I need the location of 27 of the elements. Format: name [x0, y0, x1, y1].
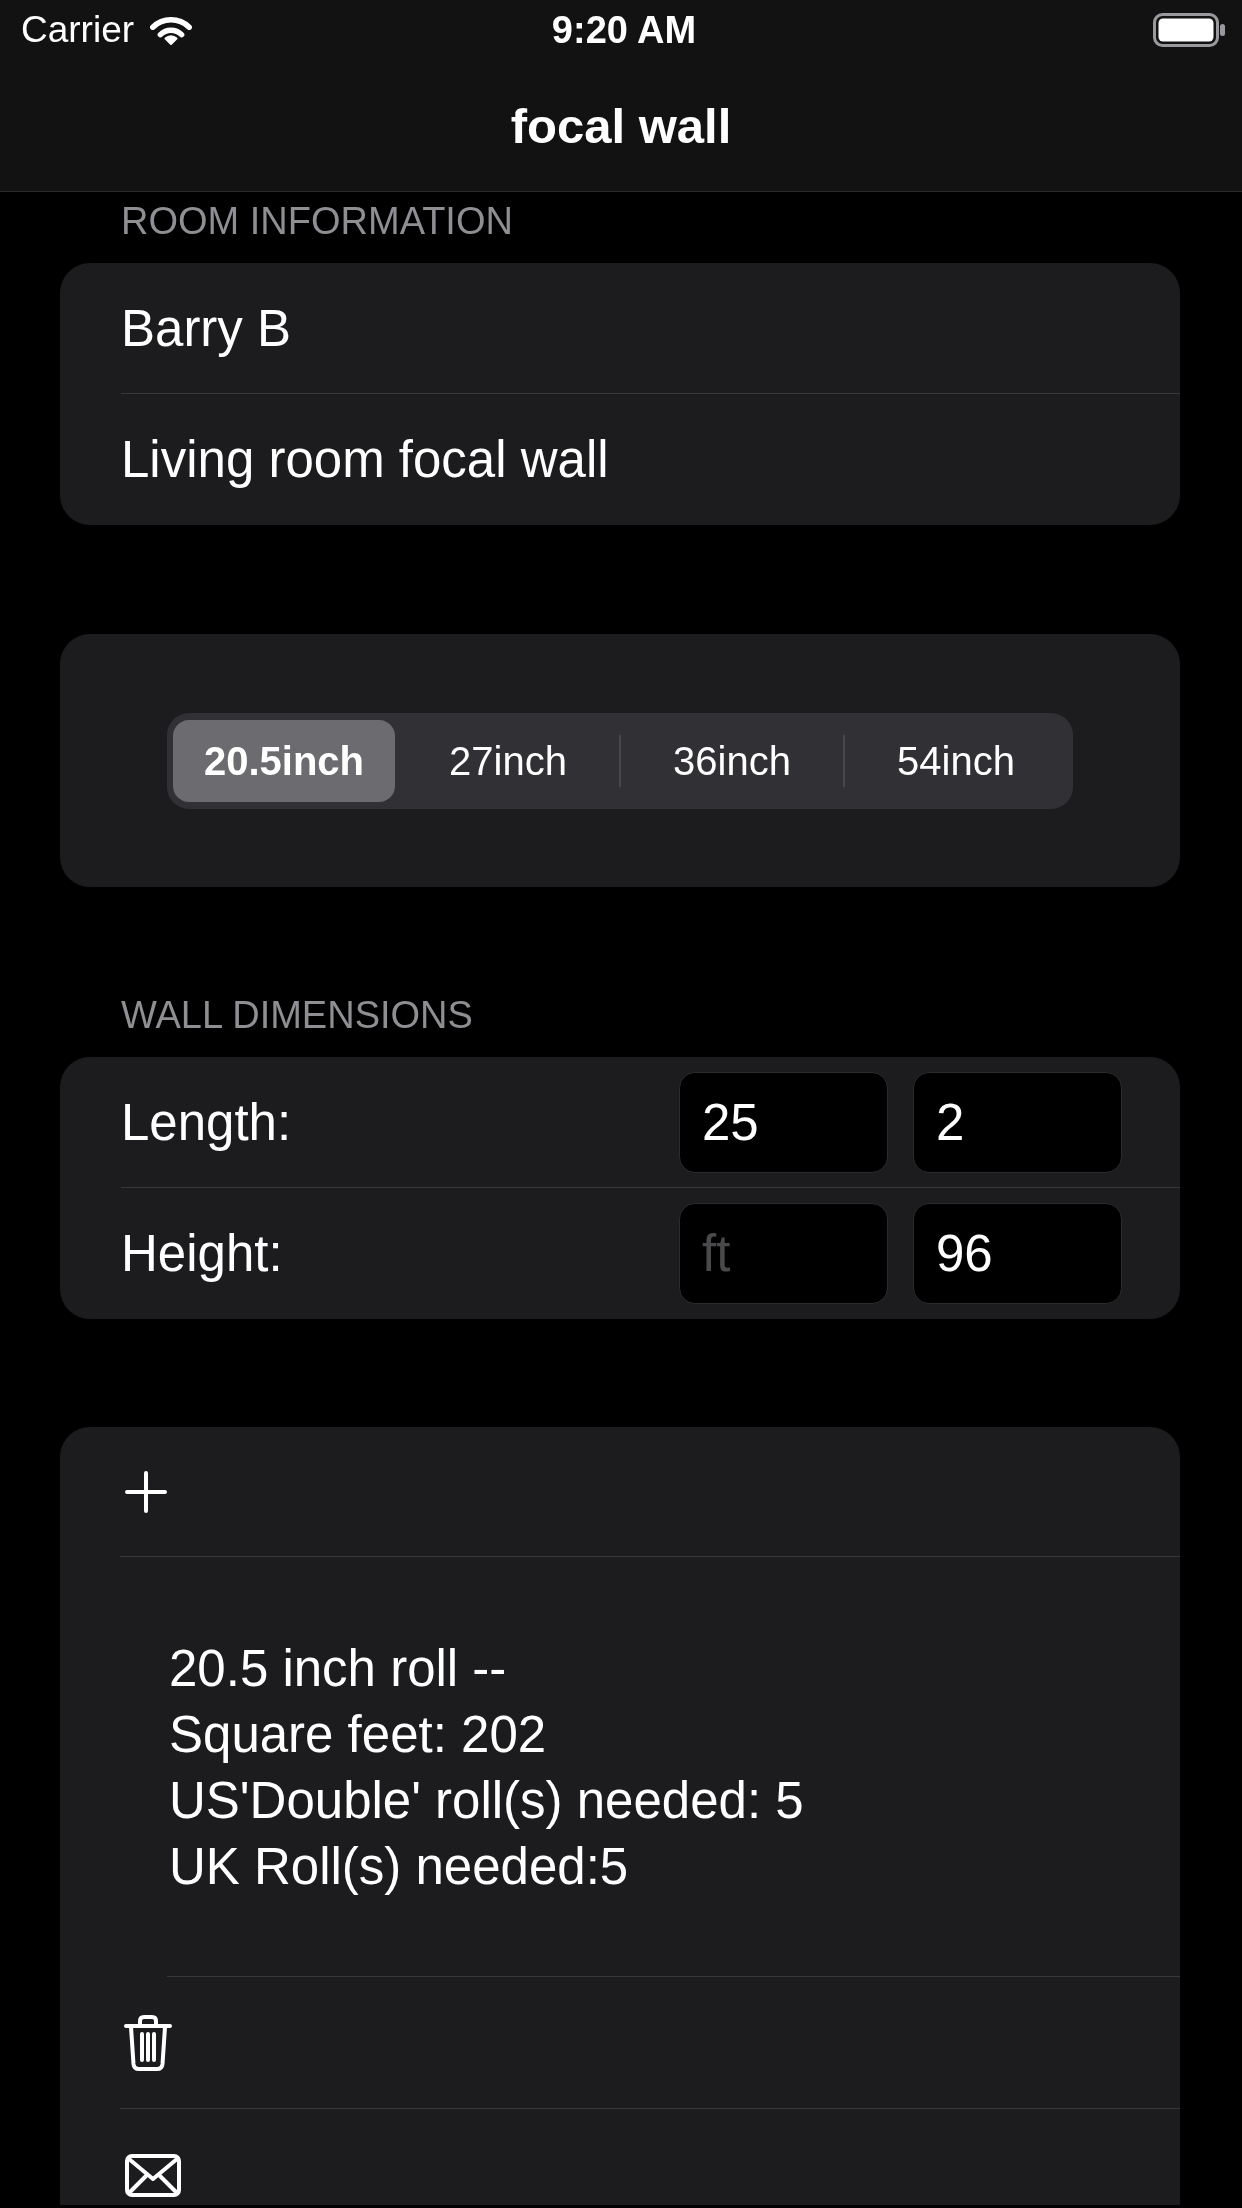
- battery-icon: [1153, 13, 1227, 47]
- text-field[interactable]: Living room focal wall: [121, 426, 845, 493]
- screen-title: focal wall: [510, 97, 732, 155]
- field-label: Height:: [121, 1223, 284, 1284]
- result-text: Square feet: 202: [169, 1705, 548, 1765]
- plus-icon[interactable]: [125, 1471, 167, 1513]
- result-text: 20.5 inch roll --: [169, 1639, 508, 1699]
- text-field[interactable]: Barry B: [121, 295, 395, 362]
- time-text: 9:20 AM: [551, 8, 697, 52]
- wifi-icon: [148, 14, 195, 46]
- segment-tab[interactable]: 36inch: [621, 720, 843, 802]
- section-header: WALL DIMENSIONS: [121, 993, 474, 1037]
- section-header: ROOM INFORMATION: [121, 199, 514, 243]
- carrier-text: Carrier: [21, 8, 135, 52]
- segmented-control[interactable]: 20.5inch 27inch 36inch 54inch: [167, 713, 1073, 809]
- segment-tab[interactable]: 54inch: [845, 720, 1067, 802]
- dimension-field[interactable]: 96: [913, 1203, 1122, 1304]
- segment-tab[interactable]: 27inch: [397, 720, 619, 802]
- result-text: US'Double' roll(s) needed: 5: [169, 1771, 805, 1831]
- dimension-field[interactable]: 25: [679, 1072, 888, 1173]
- envelope-icon[interactable]: [125, 2154, 181, 2197]
- result-text: UK Roll(s) needed:5: [169, 1837, 630, 1897]
- trash-icon[interactable]: [124, 2015, 172, 2071]
- field-label: Length:: [121, 1092, 293, 1153]
- segment-tab[interactable]: 20.5inch: [173, 720, 395, 802]
- dimension-field[interactable]: ft: [679, 1203, 888, 1304]
- dimension-field[interactable]: 2: [913, 1072, 1122, 1173]
